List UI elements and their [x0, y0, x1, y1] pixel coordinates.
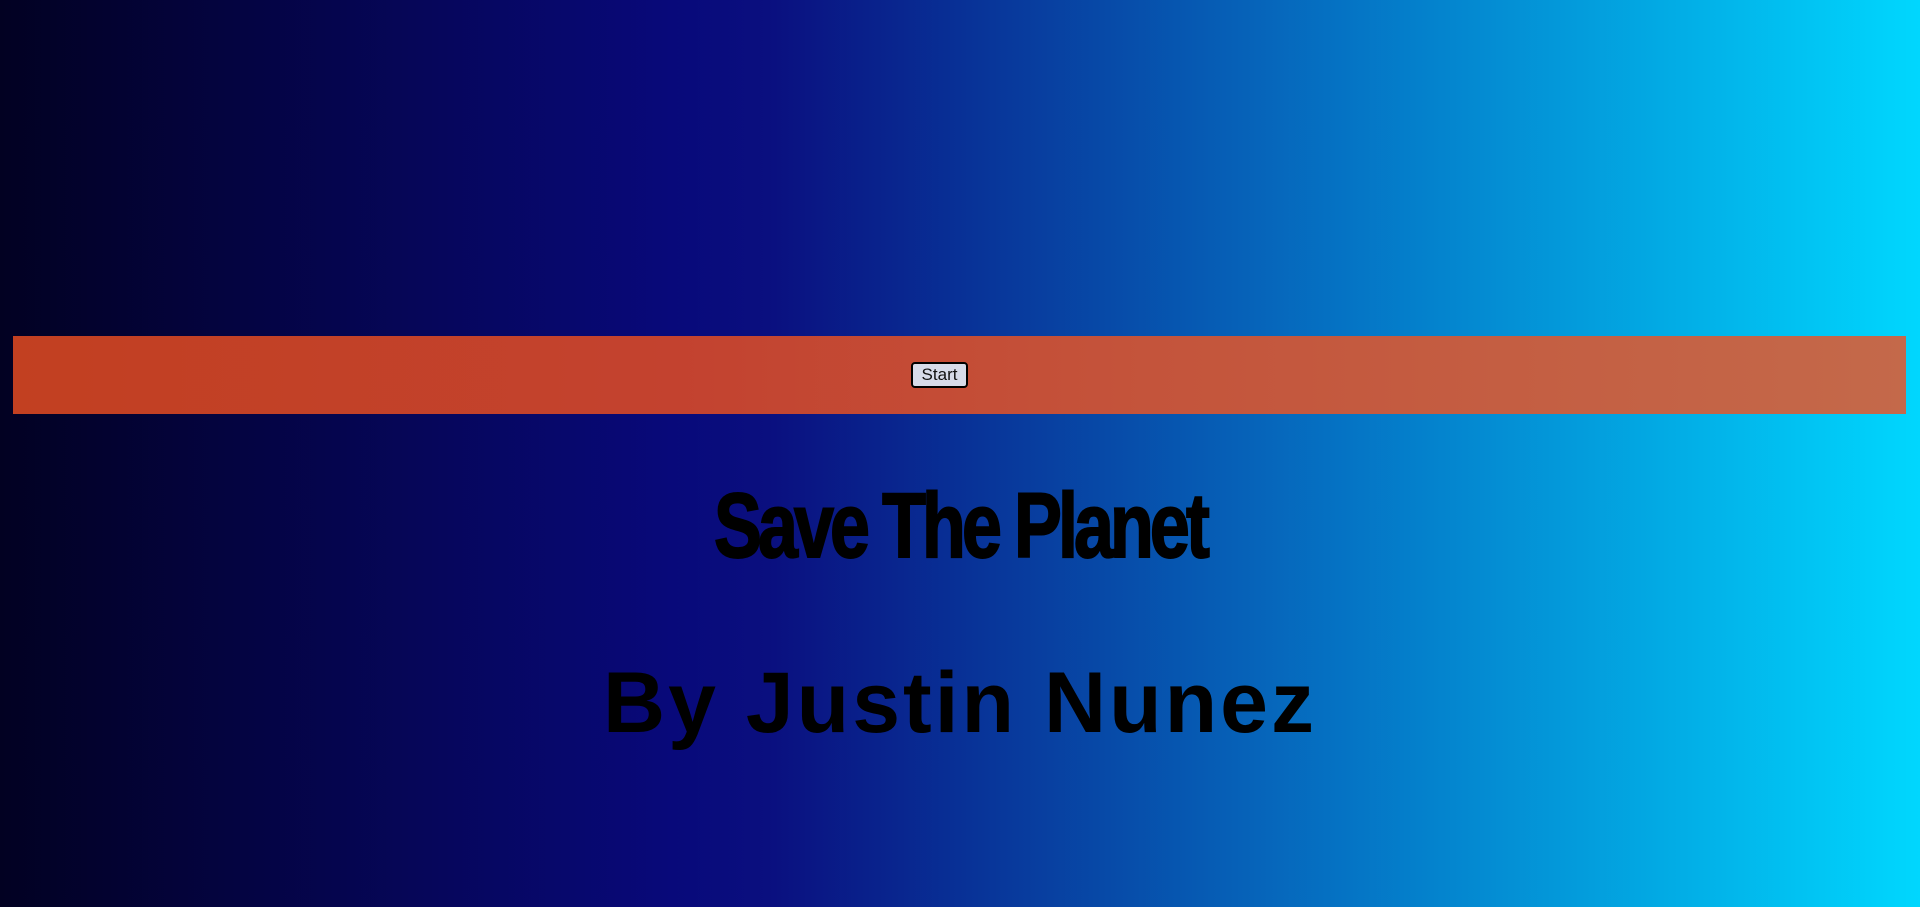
author-credit: By Justin Nunez: [603, 655, 1317, 751]
start-menu-bar: Start: [13, 336, 1906, 414]
start-button[interactable]: Start: [910, 362, 969, 388]
game-title: Save The Planet: [713, 475, 1210, 577]
game-start-screen: { "menu": { "start_label": "Start" }, "t…: [0, 0, 1920, 907]
